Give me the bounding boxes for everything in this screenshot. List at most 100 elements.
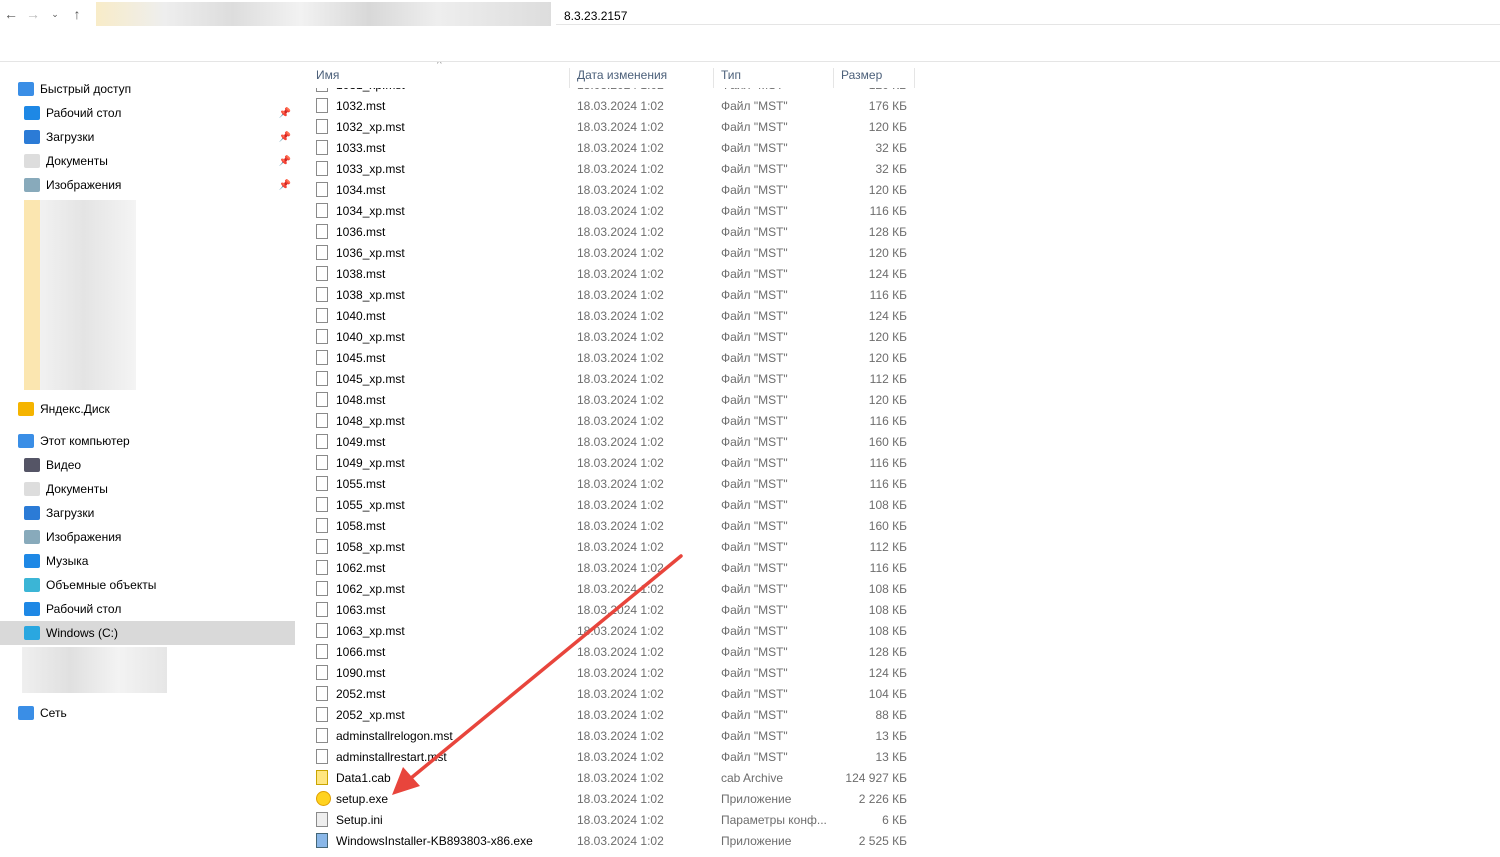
- file-name: 1090.mst: [336, 665, 386, 680]
- column-date[interactable]: Дата изменения: [572, 68, 714, 88]
- file-row[interactable]: 1038.mst 18.03.2024 1:02 Файл "MST" 124 КБ: [300, 263, 915, 284]
- file-size: 116 КБ: [869, 203, 907, 218]
- file-row[interactable]: setup.exe 18.03.2024 1:02 Приложение 2 226 …: [300, 788, 915, 809]
- sidebar-item[interactable]: Музыка: [0, 549, 295, 573]
- file-date: 18.03.2024 1:02: [577, 728, 664, 743]
- column-size[interactable]: Размер: [836, 68, 915, 88]
- sidebar-item[interactable]: Рабочий стол 📌: [0, 101, 295, 125]
- file-name: 1032.mst: [336, 98, 386, 113]
- file-row[interactable]: 1048.mst 18.03.2024 1:02 Файл "MST" 120 КБ: [300, 389, 915, 410]
- file-icon: [316, 329, 328, 344]
- file-type: Файл "MST": [721, 182, 788, 197]
- file-name: 2052.mst: [336, 686, 386, 701]
- file-row[interactable]: 1063_xp.mst 18.03.2024 1:02 Файл "MST" 108 …: [300, 620, 915, 641]
- pin-icon[interactable]: 📌: [279, 132, 291, 143]
- file-row[interactable]: 1040_xp.mst 18.03.2024 1:02 Файл "MST" 120 …: [300, 326, 915, 347]
- sidebar-item-label: Загрузки: [46, 506, 95, 520]
- sidebar-item[interactable]: Сеть: [0, 701, 295, 725]
- pin-icon[interactable]: 📌: [279, 156, 291, 167]
- file-row[interactable]: adminstallrelogon.mst 18.03.2024 1:02 Файл…: [300, 725, 915, 746]
- file-size: 2 525 КБ: [858, 833, 907, 848]
- sidebar-item[interactable]: Быстрый доступ: [0, 77, 295, 101]
- file-date: 18.03.2024 1:02: [577, 518, 664, 533]
- file-row[interactable]: 2052.mst 18.03.2024 1:02 Файл "MST" 104 КБ: [300, 683, 915, 704]
- forward-icon[interactable]: →: [22, 6, 44, 22]
- file-size: 88 КБ: [875, 707, 907, 722]
- file-row[interactable]: 2052_xp.mst 18.03.2024 1:02 Файл "MST" 88 К…: [300, 704, 915, 725]
- sidebar-item[interactable]: Рабочий стол: [0, 597, 295, 621]
- file-row[interactable]: 1090.mst 18.03.2024 1:02 Файл "MST" 124 КБ: [300, 662, 915, 683]
- sidebar-item[interactable]: Загрузки: [0, 501, 295, 525]
- file-row[interactable]: 1062.mst 18.03.2024 1:02 Файл "MST" 116 КБ: [300, 557, 915, 578]
- file-name: 1034.mst: [336, 182, 386, 197]
- sidebar-item[interactable]: Документы 📌: [0, 149, 295, 173]
- file-row[interactable]: 1055.mst 18.03.2024 1:02 Файл "MST" 116 КБ: [300, 473, 915, 494]
- file-icon: [316, 476, 328, 491]
- file-name: 1055_xp.mst: [336, 497, 405, 512]
- sidebar-item[interactable]: Загрузки 📌: [0, 125, 295, 149]
- file-row[interactable]: 1058.mst 18.03.2024 1:02 Файл "MST" 160 КБ: [300, 515, 915, 536]
- file-size: 13 КБ: [875, 749, 907, 764]
- file-row[interactable]: 1034.mst 18.03.2024 1:02 Файл "MST" 120 КБ: [300, 179, 915, 200]
- file-row[interactable]: 1036.mst 18.03.2024 1:02 Файл "MST" 128 КБ: [300, 221, 915, 242]
- file-row[interactable]: 1049.mst 18.03.2024 1:02 Файл "MST" 160 КБ: [300, 431, 915, 452]
- file-row[interactable]: 1032_xp.mst 18.03.2024 1:02 Файл "MST" 120 …: [300, 116, 915, 137]
- file-type: Файл "MST": [721, 350, 788, 365]
- up-icon[interactable]: ↑: [66, 6, 88, 22]
- file-row[interactable]: 1062_xp.mst 18.03.2024 1:02 Файл "MST" 108 …: [300, 578, 915, 599]
- sidebar-item-label: Загрузки: [46, 130, 95, 144]
- file-row[interactable]: 1055_xp.mst 18.03.2024 1:02 Файл "MST" 108 …: [300, 494, 915, 515]
- file-type: Файл "MST": [721, 539, 788, 554]
- file-row[interactable]: 1036_xp.mst 18.03.2024 1:02 Файл "MST" 120 …: [300, 242, 915, 263]
- file-row[interactable]: 1058_xp.mst 18.03.2024 1:02 Файл "MST" 112 …: [300, 536, 915, 557]
- file-row[interactable]: 1045.mst 18.03.2024 1:02 Файл "MST" 120 КБ: [300, 347, 915, 368]
- file-type: Файл "MST": [721, 644, 788, 659]
- file-row[interactable]: 1045_xp.mst 18.03.2024 1:02 Файл "MST" 112 …: [300, 368, 915, 389]
- file-row[interactable]: Setup.ini 18.03.2024 1:02 Параметры конф..…: [300, 809, 915, 830]
- file-name: 1045.mst: [336, 350, 386, 365]
- file-icon: [316, 623, 328, 638]
- file-row[interactable]: 1066.mst 18.03.2024 1:02 Файл "MST" 128 КБ: [300, 641, 915, 662]
- file-icon: [316, 434, 328, 449]
- sidebar-item[interactable]: Объемные объекты: [0, 573, 295, 597]
- file-row[interactable]: 1033.mst 18.03.2024 1:02 Файл "MST" 32 КБ: [300, 137, 915, 158]
- file-type: Файл "MST": [721, 728, 788, 743]
- file-type: Файл "MST": [721, 308, 788, 323]
- file-date: 18.03.2024 1:02: [577, 182, 664, 197]
- file-row[interactable]: 1038_xp.mst 18.03.2024 1:02 Файл "MST" 116 …: [300, 284, 915, 305]
- sidebar-item[interactable]: Видео: [0, 453, 295, 477]
- file-row[interactable]: 1063.mst 18.03.2024 1:02 Файл "MST" 108 КБ: [300, 599, 915, 620]
- file-row[interactable]: 1033_xp.mst 18.03.2024 1:02 Файл "MST" 32 К…: [300, 158, 915, 179]
- column-name[interactable]: Имя: [311, 68, 570, 88]
- sidebar-item[interactable]: Документы: [0, 477, 295, 501]
- back-icon[interactable]: ←: [0, 6, 22, 22]
- sidebar-item[interactable]: Этот компьютер: [0, 429, 295, 453]
- column-type[interactable]: Тип: [716, 68, 834, 88]
- file-row[interactable]: 1034_xp.mst 18.03.2024 1:02 Файл "MST" 116 …: [300, 200, 915, 221]
- pin-icon[interactable]: 📌: [279, 180, 291, 191]
- sidebar-item[interactable]: Windows (C:): [0, 621, 295, 645]
- file-row[interactable]: adminstallrestart.mst 18.03.2024 1:02 Файл…: [300, 746, 915, 767]
- file-row[interactable]: WindowsInstaller-KB893803-x86.exe 18.03.2…: [300, 830, 915, 851]
- file-date: 18.03.2024 1:02: [577, 266, 664, 281]
- file-type: Файл "MST": [721, 581, 788, 596]
- file-row[interactable]: 1048_xp.mst 18.03.2024 1:02 Файл "MST" 116 …: [300, 410, 915, 431]
- recent-locations-chevron-icon[interactable]: ⌄: [44, 9, 66, 20]
- sidebar-item[interactable]: Яндекс.Диск: [0, 397, 295, 421]
- pin-icon[interactable]: 📌: [279, 108, 291, 119]
- file-date: 18.03.2024 1:02: [577, 329, 664, 344]
- file-row[interactable]: 1032.mst 18.03.2024 1:02 Файл "MST" 176 КБ: [300, 95, 915, 116]
- file-type: Файл "MST": [721, 686, 788, 701]
- address-bar[interactable]: 8.3.23.2157: [556, 3, 1500, 25]
- sidebar-item[interactable]: Изображения 📌: [0, 173, 295, 197]
- sidebar-item[interactable]: Изображения: [0, 525, 295, 549]
- file-date: 18.03.2024 1:02: [577, 476, 664, 491]
- file-row[interactable]: Data1.cab 18.03.2024 1:02 cab Archive 124 9…: [300, 767, 915, 788]
- file-row[interactable]: 1040.mst 18.03.2024 1:02 Файл "MST" 124 КБ: [300, 305, 915, 326]
- file-row[interactable]: 1049_xp.mst 18.03.2024 1:02 Файл "MST" 116 …: [300, 452, 915, 473]
- file-date: 18.03.2024 1:02: [577, 371, 664, 386]
- sidebar-item-label: Объемные объекты: [46, 578, 157, 592]
- file-date: 18.03.2024 1:02: [577, 686, 664, 701]
- file-date: 18.03.2024 1:02: [577, 287, 664, 302]
- sidebar-item-label: Быстрый доступ: [40, 82, 132, 96]
